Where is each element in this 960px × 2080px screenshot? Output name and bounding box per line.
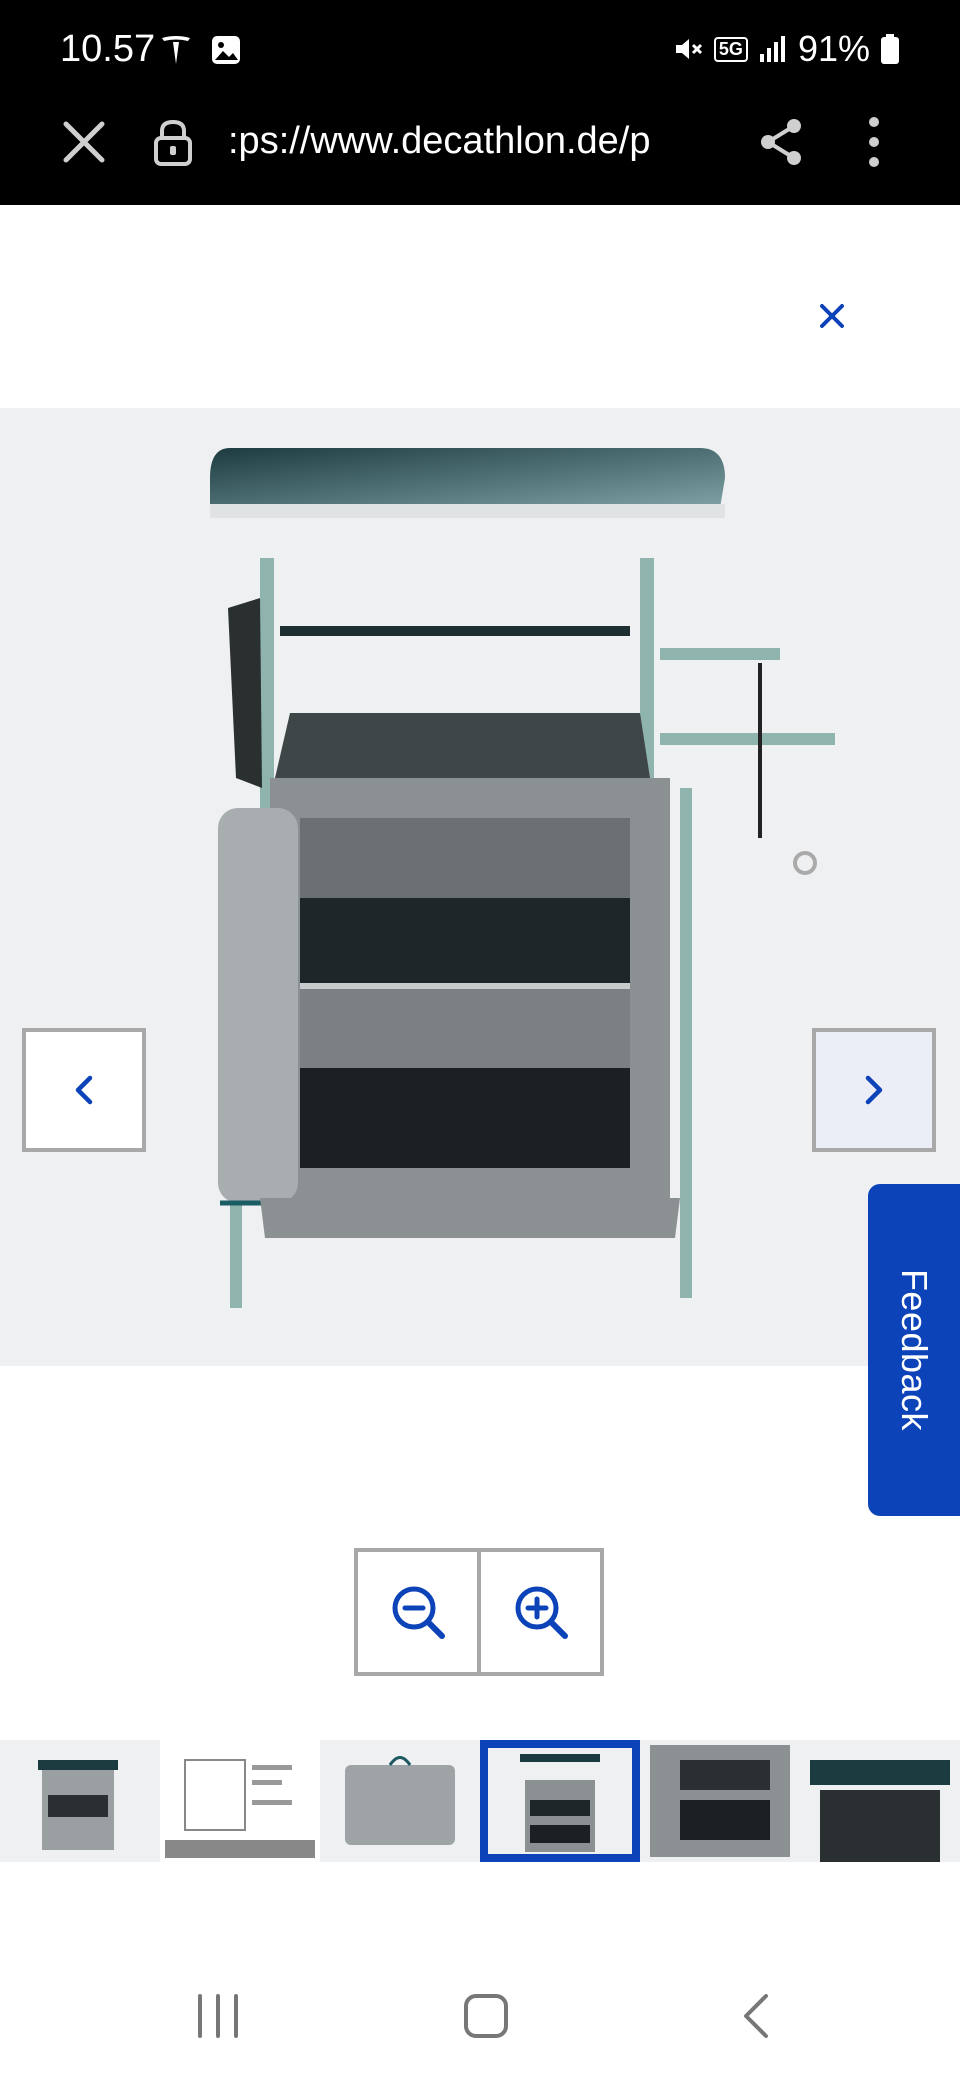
thumbnail-4[interactable]	[480, 1740, 640, 1862]
thumbnail-1[interactable]	[0, 1740, 160, 1862]
network-badge: 5G	[713, 36, 748, 62]
gallery-icon	[212, 36, 240, 64]
zoom-in-icon	[515, 1586, 568, 1639]
product-image[interactable]	[0, 408, 960, 1366]
zoom-out-icon	[392, 1586, 445, 1639]
next-image-button[interactable]	[812, 1028, 936, 1152]
thumbnail-2[interactable]	[160, 1740, 320, 1862]
status-time: 10.57	[60, 28, 156, 70]
zoom-in-button[interactable]	[477, 1552, 600, 1672]
thumbnail-5[interactable]	[640, 1740, 800, 1862]
zoom-out-button[interactable]	[358, 1552, 477, 1672]
system-navigation-bar	[0, 1950, 960, 2080]
thumbnail-6[interactable]	[800, 1740, 960, 1862]
home-icon[interactable]	[456, 1990, 516, 2042]
mute-icon	[675, 39, 702, 59]
back-icon[interactable]	[726, 1990, 786, 2042]
tesla-icon	[162, 36, 190, 64]
close-tab-icon[interactable]	[60, 118, 108, 166]
lock-icon[interactable]	[150, 118, 196, 166]
url-field[interactable]: :ps://www.decathlon.de/p	[228, 120, 716, 170]
recent-apps-icon[interactable]	[188, 1990, 248, 2042]
chevron-right-icon	[865, 1075, 883, 1105]
battery-icon	[881, 34, 899, 64]
chevron-left-icon	[75, 1075, 93, 1105]
more-options-icon[interactable]	[862, 116, 886, 168]
thumbnail-3[interactable]	[320, 1740, 480, 1862]
browser-toolbar: :ps://www.decathlon.de/p	[0, 100, 960, 205]
battery-percent: 91%	[797, 28, 870, 69]
close-viewer-icon[interactable]	[812, 296, 852, 336]
zoom-controls	[354, 1548, 604, 1676]
thumbnail-strip	[0, 1740, 960, 1862]
previous-image-button[interactable]	[22, 1028, 146, 1152]
share-icon[interactable]	[756, 116, 808, 168]
signal-icon	[759, 36, 785, 62]
feedback-button[interactable]: Feedback	[868, 1184, 960, 1516]
feedback-label: Feedback	[894, 1268, 936, 1432]
status-bar: 10.57 5G 91%	[0, 0, 960, 100]
camping-cabinet-illustration	[210, 448, 835, 1308]
